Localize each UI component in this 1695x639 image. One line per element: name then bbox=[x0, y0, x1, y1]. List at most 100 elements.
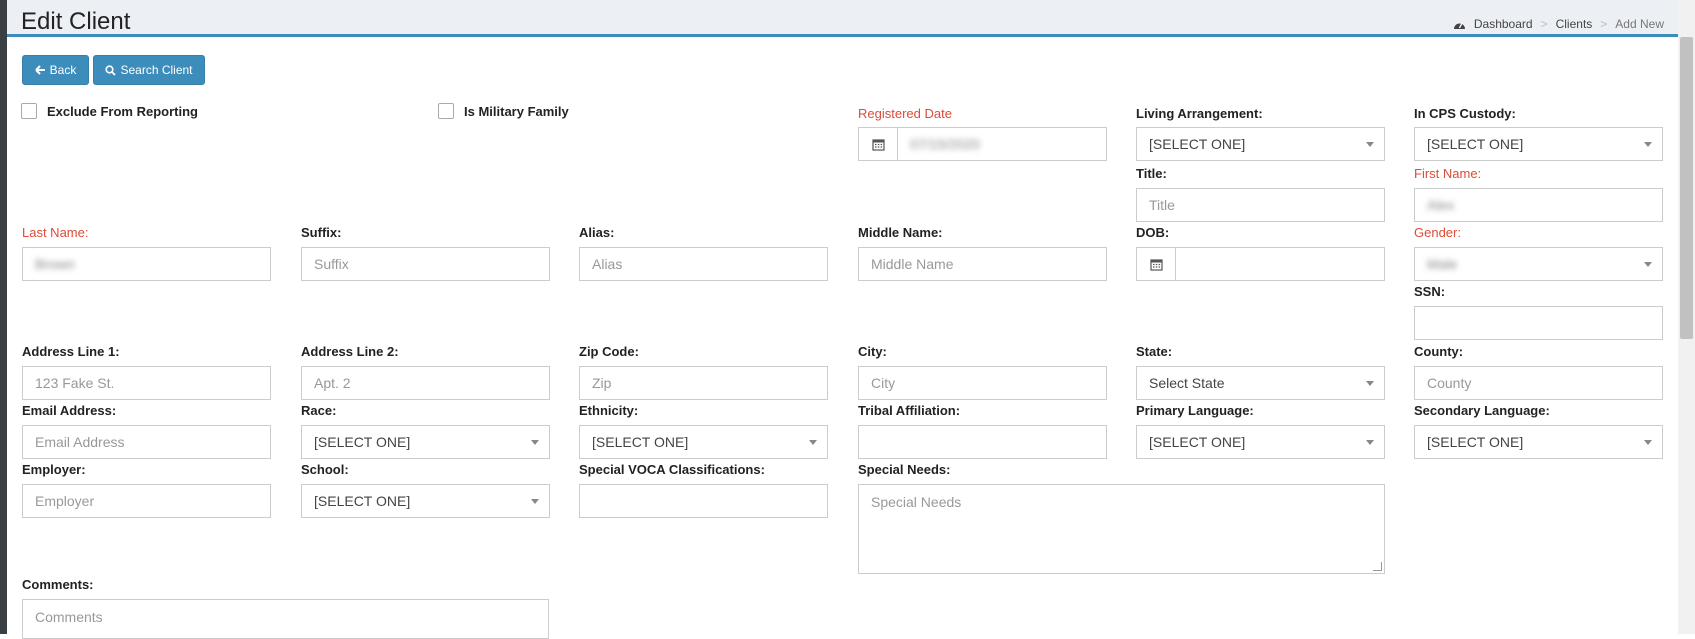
last-name-field[interactable]: Brown bbox=[22, 247, 271, 281]
zip-field[interactable]: Zip bbox=[579, 366, 828, 400]
special-needs-placeholder: Special Needs bbox=[871, 494, 962, 510]
cps-custody-select[interactable]: [SELECT ONE] bbox=[1414, 127, 1663, 161]
alias-placeholder: Alias bbox=[592, 256, 623, 272]
first-name-field[interactable]: Alex bbox=[1414, 188, 1663, 222]
county-field[interactable]: County bbox=[1414, 366, 1663, 400]
checkbox-box[interactable] bbox=[21, 103, 37, 119]
dashboard-icon bbox=[1453, 22, 1465, 29]
chevron-down-icon bbox=[1644, 439, 1652, 445]
title-placeholder: Title bbox=[1149, 197, 1175, 213]
breadcrumb-clients[interactable]: Clients bbox=[1556, 17, 1593, 31]
tribal-field[interactable] bbox=[858, 425, 1107, 459]
zip-placeholder: Zip bbox=[592, 375, 612, 391]
living-arrangement-value: [SELECT ONE] bbox=[1149, 136, 1246, 152]
last-name-value: Brown bbox=[35, 256, 75, 272]
military-family-label: Is Military Family bbox=[464, 103, 569, 119]
city-field[interactable]: City bbox=[858, 366, 1107, 400]
state-select[interactable]: Select State bbox=[1136, 366, 1385, 400]
employer-field[interactable]: Employer bbox=[22, 484, 271, 518]
state-value: Select State bbox=[1149, 375, 1225, 391]
back-button[interactable]: Back bbox=[22, 55, 89, 85]
exclude-reporting-checkbox[interactable]: Exclude From Reporting bbox=[21, 103, 198, 119]
dob-field[interactable] bbox=[1136, 247, 1385, 281]
secondary-language-select[interactable]: [SELECT ONE] bbox=[1414, 425, 1663, 459]
gender-select[interactable]: Male bbox=[1414, 247, 1663, 281]
county-placeholder: County bbox=[1427, 375, 1472, 391]
primary-language-select[interactable]: [SELECT ONE] bbox=[1136, 425, 1385, 459]
title-field[interactable]: Title bbox=[1136, 188, 1385, 222]
cps-custody-value: [SELECT ONE] bbox=[1427, 136, 1524, 152]
back-label: Back bbox=[49, 63, 77, 77]
military-family-checkbox[interactable]: Is Military Family bbox=[438, 103, 569, 119]
first-name-value: Alex bbox=[1427, 197, 1455, 213]
calendar-icon[interactable] bbox=[859, 128, 898, 160]
secondary-language-value: [SELECT ONE] bbox=[1427, 434, 1524, 450]
employer-placeholder: Employer bbox=[35, 493, 95, 509]
comments-label: Comments: bbox=[22, 577, 94, 592]
scrollbar-thumb[interactable] bbox=[1680, 37, 1693, 339]
resize-handle-icon[interactable] bbox=[1373, 562, 1382, 571]
primary-language-value: [SELECT ONE] bbox=[1149, 434, 1246, 450]
school-value: [SELECT ONE] bbox=[314, 493, 411, 509]
county-label: County: bbox=[1414, 344, 1464, 359]
voca-label: Special VOCA Classifications: bbox=[579, 462, 765, 477]
registered-date-label: Registered Date bbox=[858, 106, 952, 121]
zip-label: Zip Code: bbox=[579, 344, 639, 359]
middle-name-placeholder: Middle Name bbox=[871, 256, 954, 272]
address2-label: Address Line 2: bbox=[301, 344, 399, 359]
address2-field[interactable]: Apt. 2 bbox=[301, 366, 550, 400]
search-client-label: Search Client bbox=[120, 63, 193, 77]
suffix-placeholder: Suffix bbox=[314, 256, 349, 272]
middle-name-label: Middle Name: bbox=[858, 225, 943, 240]
ethnicity-value: [SELECT ONE] bbox=[592, 434, 689, 450]
ethnicity-select[interactable]: [SELECT ONE] bbox=[579, 425, 828, 459]
checkbox-box[interactable] bbox=[438, 103, 454, 119]
school-select[interactable]: [SELECT ONE] bbox=[301, 484, 550, 518]
ethnicity-label: Ethnicity: bbox=[579, 403, 639, 418]
chevron-down-icon bbox=[1644, 141, 1652, 147]
chevron-down-icon bbox=[809, 439, 817, 445]
suffix-field[interactable]: Suffix bbox=[301, 247, 550, 281]
address1-field[interactable]: 123 Fake St. bbox=[22, 366, 271, 400]
cps-custody-label: In CPS Custody: bbox=[1414, 106, 1516, 121]
gender-label: Gender: bbox=[1414, 225, 1461, 240]
ssn-field[interactable] bbox=[1414, 306, 1663, 340]
address2-placeholder: Apt. 2 bbox=[314, 375, 351, 391]
living-arrangement-select[interactable]: [SELECT ONE] bbox=[1136, 127, 1385, 161]
search-icon bbox=[105, 64, 117, 76]
voca-field[interactable] bbox=[579, 484, 828, 518]
state-label: State: bbox=[1136, 344, 1173, 359]
breadcrumb-separator: > bbox=[1600, 17, 1608, 31]
registered-date-value: 07/15/2020 bbox=[910, 136, 981, 152]
dob-label: DOB: bbox=[1136, 225, 1170, 240]
breadcrumb-dashboard[interactable]: Dashboard bbox=[1474, 17, 1533, 31]
alias-label: Alias: bbox=[579, 225, 615, 240]
middle-name-field[interactable]: Middle Name bbox=[858, 247, 1107, 281]
chevron-down-icon bbox=[531, 498, 539, 504]
living-arrangement-label: Living Arrangement: bbox=[1136, 106, 1263, 121]
last-name-label: Last Name: bbox=[22, 225, 89, 240]
first-name-label: First Name: bbox=[1414, 166, 1482, 181]
email-label: Email Address: bbox=[22, 403, 117, 418]
title-label: Title: bbox=[1136, 166, 1167, 181]
primary-language-label: Primary Language: bbox=[1136, 403, 1254, 418]
race-select[interactable]: [SELECT ONE] bbox=[301, 425, 550, 459]
registered-date-field[interactable]: 07/15/2020 bbox=[858, 127, 1107, 161]
special-needs-label: Special Needs: bbox=[858, 462, 951, 477]
alias-field[interactable]: Alias bbox=[579, 247, 828, 281]
search-client-button[interactable]: Search Client bbox=[93, 55, 205, 85]
chevron-down-icon bbox=[1644, 261, 1652, 267]
page-header: Edit Client Dashboard > Clients > Add Ne… bbox=[7, 0, 1678, 37]
address1-placeholder: 123 Fake St. bbox=[35, 375, 115, 391]
special-needs-textarea[interactable]: Special Needs bbox=[858, 484, 1385, 574]
employer-label: Employer: bbox=[22, 462, 86, 477]
address1-label: Address Line 1: bbox=[22, 344, 120, 359]
calendar-icon[interactable] bbox=[1137, 248, 1176, 280]
breadcrumb-separator: > bbox=[1540, 17, 1548, 31]
email-field[interactable]: Email Address bbox=[22, 425, 271, 459]
chevron-down-icon bbox=[531, 439, 539, 445]
left-sidebar-edge bbox=[0, 0, 7, 634]
breadcrumb: Dashboard > Clients > Add New bbox=[1453, 17, 1664, 31]
city-label: City: bbox=[858, 344, 887, 359]
comments-textarea[interactable]: Comments bbox=[22, 599, 549, 639]
